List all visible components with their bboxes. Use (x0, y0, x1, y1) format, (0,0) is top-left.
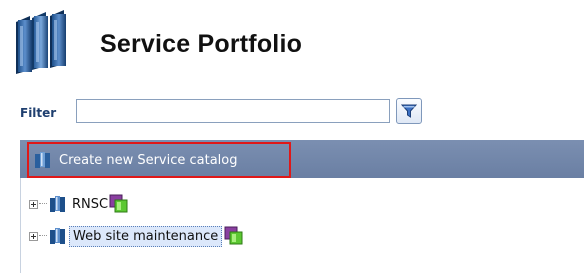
tree-node-label-selected[interactable]: Web site maintenance (69, 225, 223, 247)
service-catalog-icon (50, 196, 65, 212)
page-header: Service Portfolio (0, 0, 584, 90)
tree-row: Web site maintenance (29, 224, 244, 248)
create-service-catalog-button[interactable]: Create new Service catalog (27, 142, 291, 178)
toolbar: Create new Service catalog (20, 140, 584, 178)
service-catalog-icon (35, 152, 50, 168)
expand-toggle[interactable] (29, 199, 38, 209)
filter-input[interactable] (76, 99, 390, 123)
service-catalog-icon (50, 228, 65, 244)
page-title: Service Portfolio (100, 30, 303, 58)
filter-label: Filter (20, 106, 57, 120)
tree-row: RNSC (29, 192, 129, 216)
tree-connector (39, 203, 47, 205)
service-tree: RNSC Web site maintenance (20, 178, 584, 273)
funnel-icon (401, 104, 417, 118)
expand-toggle[interactable] (29, 231, 38, 241)
tree-connector (39, 235, 47, 237)
tree-node-label[interactable]: RNSC (69, 195, 111, 214)
green-status-icon (224, 226, 243, 245)
green-status-icon (109, 194, 128, 213)
service-books-icon (16, 10, 66, 74)
create-service-catalog-label: Create new Service catalog (59, 152, 238, 168)
filter-button[interactable] (396, 98, 422, 124)
